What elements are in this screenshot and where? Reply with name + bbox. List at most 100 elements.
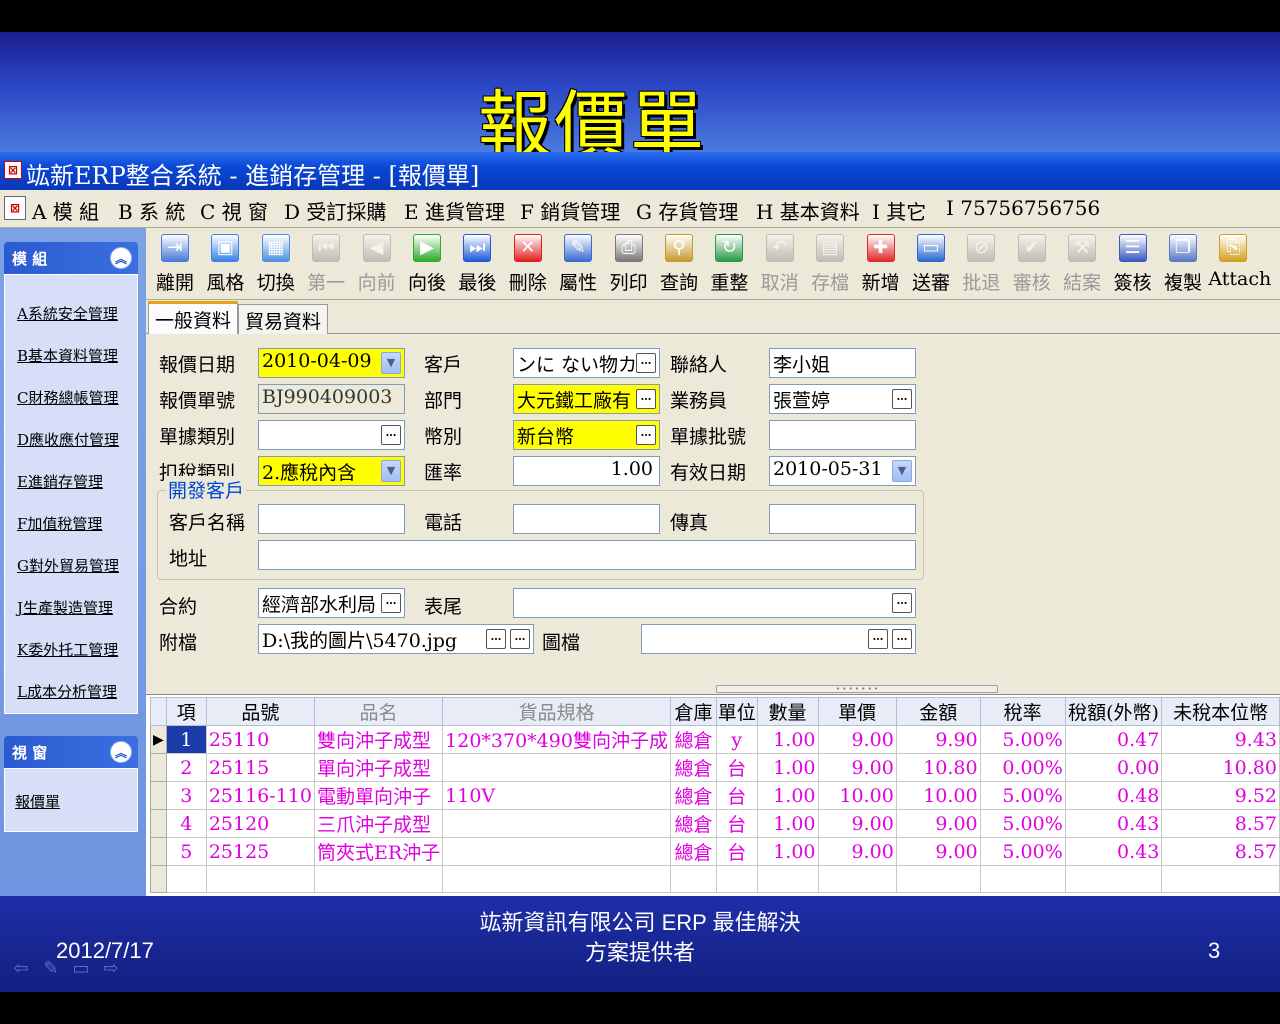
cell-item-name[interactable]: 三爪沖子成型 (313, 809, 444, 838)
cell-item-name[interactable]: 雙向沖子成型 (313, 725, 444, 754)
cell-price[interactable] (817, 865, 897, 893)
cell-unit[interactable]: 台 (716, 781, 758, 810)
tax-type-field[interactable]: 2.應稅內含 ▼ (258, 456, 405, 486)
cell-amount[interactable]: 9.00 (895, 809, 981, 838)
cell-qty[interactable]: 1.00 (756, 809, 819, 838)
rate-field[interactable]: 1.00 (513, 456, 660, 486)
cell-spec[interactable]: 110V (442, 781, 671, 810)
cell-warehouse[interactable] (669, 865, 718, 893)
cell-seq[interactable]: 2 (165, 753, 207, 782)
ellipsis-icon[interactable]: … (381, 593, 401, 613)
sidebar-item-foreign-trade[interactable]: G對外貿易管理 (17, 555, 119, 576)
toolbar-button-first[interactable]: ⏮ 第一 (301, 232, 351, 298)
attach-field[interactable]: D:\我的圖片\5470.jpg … … (258, 624, 534, 654)
col-header-tax-foreign[interactable]: 稅額(外幣) (1064, 697, 1163, 726)
toolbar-button-switch[interactable]: ▦ 切換 (251, 232, 301, 298)
sidebar-item-cost-analysis[interactable]: L成本分析管理 (17, 681, 117, 702)
cell-qty[interactable]: 1.00 (756, 837, 819, 866)
app-system-icon[interactable]: ⊠ (4, 161, 22, 179)
sidebar-item-master-data[interactable]: B基本資料管理 (17, 345, 118, 366)
ellipsis-icon[interactable]: … (636, 389, 656, 409)
cell-item-no[interactable]: 25115 (205, 753, 315, 782)
row-indicator[interactable] (150, 781, 167, 810)
toolbar-button-copy[interactable]: ❐ 複製 (1158, 232, 1208, 298)
toolbar-button-print[interactable]: ⎙ 列印 (604, 232, 654, 298)
toolbar-button-submit[interactable]: ▭ 送審 (906, 232, 956, 298)
cell-tax-rate[interactable]: 5.00% (979, 837, 1066, 866)
valid-date-field[interactable]: 2010-05-31 ▼ (769, 456, 916, 486)
toolbar-button-next[interactable]: ▶ 向後 (402, 232, 452, 298)
cell-tax-rate[interactable]: 5.00% (979, 781, 1066, 810)
cell-tax-foreign[interactable] (1064, 865, 1163, 893)
cell-qty[interactable]: 1.00 (756, 725, 819, 754)
customer-field[interactable]: ンに ない物カ … (513, 348, 660, 378)
col-header-spec[interactable]: 貨品規格 (442, 697, 671, 726)
menu-item-window[interactable]: C 視 窗 (200, 196, 268, 225)
cell-warehouse[interactable]: 總倉 (669, 781, 718, 810)
col-header-amount[interactable]: 金額 (895, 697, 981, 726)
cell-spec[interactable] (442, 865, 671, 893)
toolbar-button-last[interactable]: ⏭ 最後 (452, 232, 502, 298)
dept-field[interactable]: 大元鐵工廠有 … (513, 384, 660, 414)
cell-qty[interactable] (756, 865, 819, 893)
footer-field[interactable]: … (513, 588, 916, 618)
cell-seq[interactable]: 5 (165, 837, 207, 866)
currency-field[interactable]: 新台幣 … (513, 420, 660, 450)
sidebar-item-vat[interactable]: F加值稅管理 (17, 513, 102, 534)
cell-tax-foreign[interactable]: 0.48 (1064, 781, 1163, 810)
col-header-item-no[interactable]: 品號 (205, 697, 315, 726)
toolbar-button-attach[interactable]: ⎘ Attach (1208, 232, 1271, 298)
sidebar-item-manufacturing[interactable]: J生產製造管理 (17, 597, 113, 618)
cell-amount[interactable]: 9.00 (895, 837, 981, 866)
cell-tax-foreign[interactable]: 0.43 (1064, 837, 1163, 866)
cell-price[interactable]: 9.00 (817, 725, 897, 754)
table-row[interactable]: 2 25115 單向沖子成型 總倉台 1.00 9.00 10.80 0.00% 0.00 10.… (150, 753, 1280, 782)
toolbar-button-refresh[interactable]: ↻ 重整 (704, 232, 754, 298)
cell-item-no[interactable]: 25110 (205, 725, 315, 754)
cell-warehouse[interactable]: 總倉 (669, 809, 718, 838)
sidebar-modules-header[interactable]: 模 組 ︽ (4, 242, 138, 274)
image-field[interactable]: … … (641, 624, 916, 654)
row-indicator[interactable] (150, 837, 167, 866)
cell-net-local[interactable]: 9.43 (1161, 725, 1280, 754)
cell-price[interactable]: 9.00 (817, 837, 897, 866)
cell-unit[interactable]: 台 (716, 809, 758, 838)
sidebar-windows-header[interactable]: 視 窗 ︽ (4, 736, 138, 768)
cell-net-local[interactable]: 9.52 (1161, 781, 1280, 810)
cell-item-no[interactable]: 25116-110 (205, 781, 315, 810)
menu-item-sales[interactable]: F 銷貨管理 (520, 196, 620, 225)
cell-amount[interactable]: 10.00 (895, 781, 981, 810)
contact-field[interactable]: 李小姐 (769, 348, 916, 378)
sidebar-item-general-ledger[interactable]: C財務總帳管理 (17, 387, 118, 408)
cell-amount[interactable]: 9.90 (895, 725, 981, 754)
col-header-price[interactable]: 單價 (817, 697, 897, 726)
toolbar-button-save[interactable]: ▤ 存檔 (805, 232, 855, 298)
cell-warehouse[interactable]: 總倉 (669, 725, 718, 754)
doc-type-field[interactable]: … (258, 420, 405, 450)
cell-tax-rate[interactable]: 5.00% (979, 809, 1066, 838)
cell-spec[interactable] (442, 809, 671, 838)
chevron-down-icon[interactable]: ▼ (381, 352, 401, 374)
sidebar-item-inventory-sales[interactable]: E進銷存管理 (17, 471, 103, 492)
cell-unit[interactable]: y (716, 725, 758, 754)
ellipsis-icon[interactable]: … (486, 629, 506, 649)
cell-qty[interactable]: 1.00 (756, 753, 819, 782)
menu-item-inventory[interactable]: G 存貨管理 (636, 196, 738, 225)
sidebar-item-outsourcing[interactable]: K委外托工管理 (17, 639, 118, 660)
sidebar-item-security[interactable]: A系統安全管理 (17, 303, 118, 324)
table-row[interactable]: 5 25125 筒夾式ER沖子 總倉台 1.00 9.00 9.00 5.00% 0.43 8.5… (150, 837, 1280, 866)
arrow-right-icon[interactable]: ⇨ (100, 958, 122, 979)
col-header-net-local[interactable]: 未稅本位幣 (1161, 697, 1280, 726)
cell-item-name[interactable]: 單向沖子成型 (313, 753, 444, 782)
toolbar-button-exit[interactable]: ⇥ 離開 (150, 232, 200, 298)
col-header-tax-rate[interactable]: 稅率 (979, 697, 1066, 726)
menu-item-master-data[interactable]: H 基本資料 (756, 196, 860, 225)
toolbar-button-cancel[interactable]: ↶ 取消 (755, 232, 805, 298)
cell-seq[interactable]: 3 (165, 781, 207, 810)
salesperson-field[interactable]: 張萱婷 … (769, 384, 916, 414)
cell-amount[interactable] (895, 865, 981, 893)
quote-date-field[interactable]: 2010-04-09 ▼ (258, 348, 405, 378)
toolbar-button-close-case[interactable]: ⚒ 結案 (1057, 232, 1107, 298)
row-indicator[interactable] (150, 865, 167, 893)
cell-spec[interactable] (442, 837, 671, 866)
